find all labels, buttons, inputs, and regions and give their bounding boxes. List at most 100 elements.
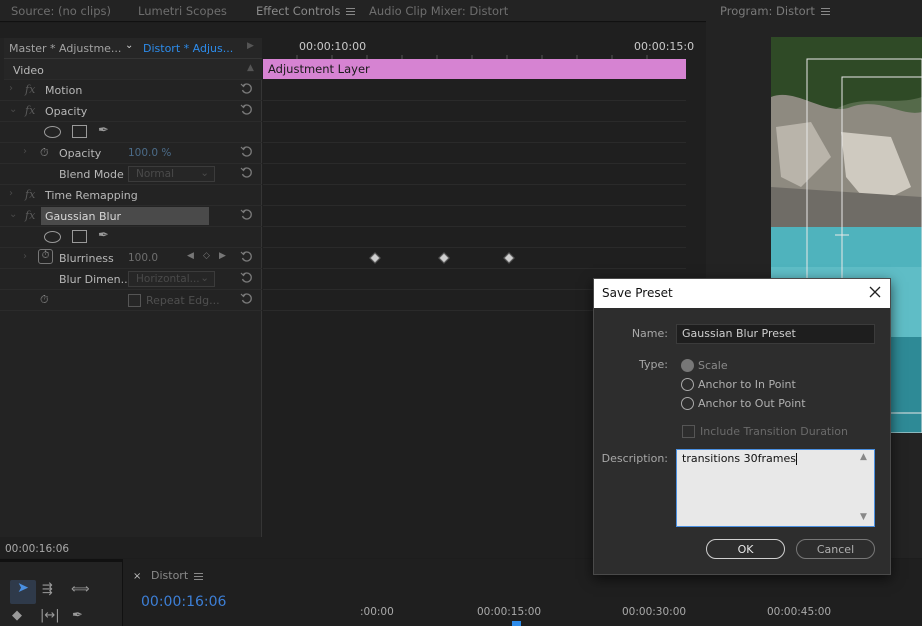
effect-label-motion: Motion	[45, 84, 83, 97]
selection-tool-icon[interactable]: ➤	[10, 580, 36, 604]
opacity-value[interactable]: 100.0 %	[128, 147, 171, 159]
param-row-blurriness[interactable]: › ⏱ Blurriness 100.0 ◀ ◇ ▶	[0, 248, 262, 269]
reset-icon[interactable]	[240, 82, 253, 95]
param-row-opacity[interactable]: › ⏱ Opacity 100.0 %	[0, 143, 262, 164]
panel-menu-icon[interactable]	[346, 8, 356, 15]
ruler-label: :00:00	[360, 606, 394, 618]
row-line	[263, 226, 686, 227]
close-icon[interactable]	[868, 285, 882, 299]
radio-anchor-out[interactable]	[681, 397, 694, 410]
description-textarea[interactable]: transitions 30frames ▲ ▼	[676, 449, 875, 527]
pen-tool-icon[interactable]: ✒	[72, 608, 83, 623]
reset-icon[interactable]	[240, 208, 253, 221]
effect-row-gaussian-blur[interactable]: ⌄ fx Gaussian Blur	[0, 206, 262, 227]
ripple-edit-tool-icon[interactable]: ⟺	[71, 582, 90, 597]
sequence-clip-label[interactable]: Distort * Adjus...	[143, 42, 233, 55]
blend-mode-dropdown[interactable]: Normal ⌄	[128, 166, 215, 182]
adjustment-layer-clip[interactable]: Adjustment Layer	[263, 59, 686, 79]
blur-dimensions-dropdown[interactable]: Horizontal... ⌄	[128, 271, 215, 287]
stopwatch-icon[interactable]: ⏱	[40, 293, 49, 307]
scroll-up-icon[interactable]: ▲	[860, 452, 867, 462]
chevron-down-icon[interactable]: ⌄	[125, 40, 133, 51]
chevron-right-icon[interactable]: ›	[9, 83, 13, 94]
radio-scale-label: Scale	[698, 359, 728, 372]
tab-sequence-distort[interactable]: Distort	[151, 569, 204, 582]
rectangle-mask-icon[interactable]	[72, 125, 87, 138]
play-arrow-icon[interactable]: ▶	[247, 41, 254, 51]
blurriness-value[interactable]: 100.0	[128, 252, 158, 264]
repeat-edge-checkbox[interactable]	[128, 294, 141, 307]
row-line	[263, 205, 686, 206]
param-label-blend-mode: Blend Mode	[59, 168, 124, 181]
add-keyframe-icon[interactable]: ◇	[203, 251, 210, 261]
rectangle-mask-icon[interactable]	[72, 230, 87, 243]
ec-current-timecode[interactable]: 00:00:16:06	[5, 543, 69, 555]
radio-scale[interactable]	[681, 359, 694, 372]
ec-time-ruler[interactable]: 00:00:10:00 00:00:15:0	[263, 38, 694, 59]
tab-effect-controls[interactable]: Effect Controls	[256, 4, 356, 24]
radio-anchor-in[interactable]	[681, 378, 694, 391]
fx-icon[interactable]: fx	[25, 209, 35, 222]
chevron-down-icon[interactable]: ⌄	[9, 104, 17, 115]
master-clip-label[interactable]: Master * Adjustme...	[9, 42, 121, 55]
close-tab-icon[interactable]: ×	[133, 571, 141, 582]
panel-menu-icon[interactable]	[194, 572, 204, 580]
chevron-right-icon[interactable]: ›	[23, 146, 27, 157]
timeline-timecode[interactable]: 00:00:16:06	[141, 594, 226, 610]
row-line	[263, 268, 686, 269]
ellipse-mask-icon[interactable]	[44, 231, 61, 243]
tab-source[interactable]: Source: (no clips)	[11, 4, 111, 18]
track-select-tool-icon[interactable]: ⇶	[42, 582, 53, 597]
row-line	[263, 247, 686, 248]
chevron-right-icon[interactable]: ›	[23, 251, 27, 262]
ruler-label: 00:00:15:00	[477, 606, 542, 618]
effect-row-time-remapping[interactable]: › fx Time Remapping	[0, 185, 262, 206]
tab-sequence-label: Distort	[151, 569, 189, 582]
param-row-blur-dimensions: Blur Dimen... Horizontal... ⌄	[0, 269, 262, 290]
scroll-down-icon[interactable]: ▼	[860, 512, 867, 522]
reset-icon[interactable]	[240, 166, 253, 179]
tab-program[interactable]: Program: Distort	[720, 4, 830, 18]
fx-icon[interactable]: fx	[25, 188, 35, 201]
playhead[interactable]	[512, 621, 521, 626]
reset-icon[interactable]	[240, 271, 253, 284]
fx-icon[interactable]: fx	[25, 104, 35, 117]
param-label-blurriness: Blurriness	[59, 252, 114, 265]
preset-name-input[interactable]: Gaussian Blur Preset	[676, 324, 875, 344]
clip-selector-bar: Master * Adjustme... ⌄ Distort * Adjus..…	[4, 38, 262, 59]
reset-icon[interactable]	[240, 292, 253, 305]
cancel-button[interactable]: Cancel	[796, 539, 875, 559]
blur-dimensions-value: Horizontal...	[136, 273, 200, 285]
reset-icon[interactable]	[240, 250, 253, 263]
row-line	[263, 163, 686, 164]
row-line	[263, 142, 686, 143]
effect-row-motion[interactable]: › fx Motion	[0, 80, 262, 101]
stopwatch-icon[interactable]: ⏱	[40, 146, 49, 160]
dialog-title: Save Preset	[602, 286, 673, 300]
include-transition-checkbox[interactable]	[682, 425, 695, 438]
stopwatch-active-icon[interactable]: ⏱	[38, 249, 53, 264]
pen-mask-icon[interactable]: ✒	[98, 123, 109, 138]
description-text: transitions 30frames	[682, 452, 796, 465]
panel-menu-icon[interactable]	[820, 8, 830, 15]
reset-icon[interactable]	[240, 145, 253, 158]
tab-audio-clip-mixer[interactable]: Audio Clip Mixer: Distort	[369, 4, 508, 18]
slip-tool-icon[interactable]: |↔|	[40, 608, 60, 623]
next-keyframe-icon[interactable]: ▶	[219, 251, 226, 261]
chevron-down-icon[interactable]: ⌄	[9, 209, 17, 220]
collapse-up-icon[interactable]: ▲	[247, 63, 254, 73]
row-line	[263, 100, 686, 101]
ok-button[interactable]: OK	[706, 539, 785, 559]
reset-icon[interactable]	[240, 103, 253, 116]
panel-tab-bar: Source: (no clips) Lumetri Scopes Effect…	[0, 0, 706, 24]
ellipse-mask-icon[interactable]	[44, 126, 61, 138]
pen-mask-icon[interactable]: ✒	[98, 228, 109, 243]
fx-icon[interactable]: fx	[25, 83, 35, 96]
razor-tool-icon[interactable]: ◆	[12, 608, 22, 623]
tab-lumetri-scopes[interactable]: Lumetri Scopes	[138, 4, 227, 18]
ruler-label: 00:00:45:00	[767, 606, 832, 618]
effect-row-opacity[interactable]: ⌄ fx Opacity	[0, 101, 262, 122]
prev-keyframe-icon[interactable]: ◀	[187, 251, 194, 261]
chevron-right-icon[interactable]: ›	[9, 188, 13, 199]
type-label: Type:	[639, 358, 668, 371]
